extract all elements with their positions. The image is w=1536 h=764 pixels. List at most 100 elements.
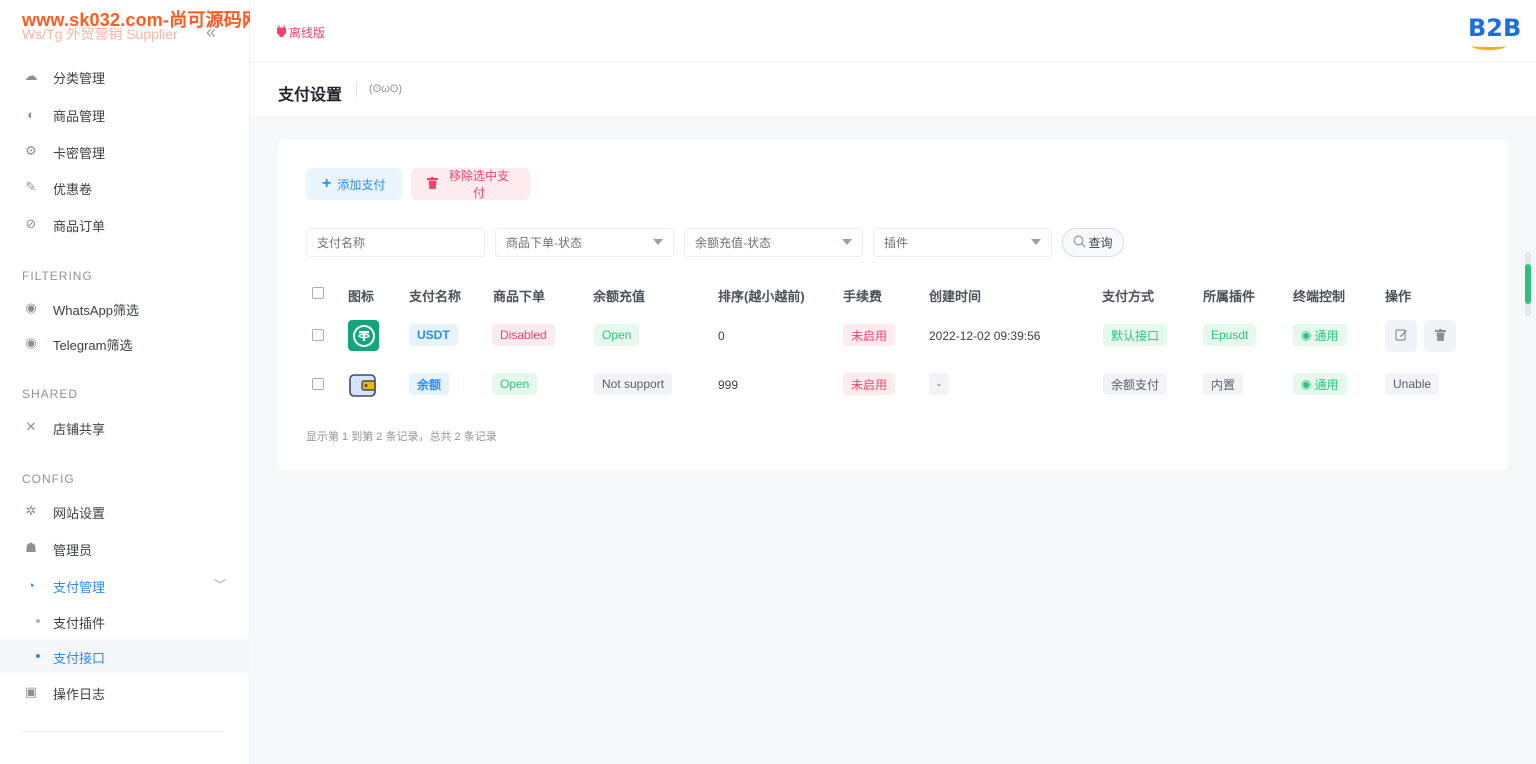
tools-icon: ✕ — [25, 419, 37, 434]
order-status-badge: Open — [492, 373, 538, 395]
sidebar-divider — [22, 731, 224, 732]
title-bar: 支付设置 (ʘωʘ) — [250, 63, 1536, 115]
pie-chart-icon: ◔ — [27, 577, 35, 593]
payment-name-input[interactable] — [306, 228, 485, 257]
folder-icon: ☁ — [24, 70, 38, 83]
recharge-status-badge: Not support — [594, 373, 673, 395]
sidebar-item-label: 商品管理 — [53, 109, 106, 124]
sidebar-item-label: 商品订单 — [53, 219, 106, 234]
search-label: 查询 — [1088, 236, 1113, 250]
globe-icon: ◉ — [1301, 377, 1312, 391]
edit-icon — [1394, 328, 1408, 344]
pagination-info: 显示第 1 到第 2 条记录，总共 2 条记录 — [306, 431, 497, 443]
sidebar-item-products[interactable]: ◐ 商品管理 — [0, 97, 250, 131]
order-status-select[interactable]: 商品下单-状态 — [495, 228, 674, 257]
edit-button[interactable] — [1385, 320, 1417, 352]
recharge-status-value: 余额充值-状态 — [695, 236, 771, 250]
sidebar-item-label: Telegram筛选 — [53, 338, 133, 353]
sidebar-item-orders[interactable]: ⊘ 商品订单 — [0, 207, 250, 241]
gear-icon: ✲ — [25, 503, 37, 518]
method-badge: 余额支付 — [1103, 373, 1168, 395]
col-header-plugin: 所属插件 — [1203, 289, 1256, 304]
page-title: 支付设置 — [278, 87, 343, 104]
wallet-icon — [349, 372, 377, 398]
watermark-line2: Ws/Tg 外贸营销 Supplier — [22, 26, 178, 42]
sidebar-item-label: 支付接口 — [53, 651, 106, 666]
col-header-terminal: 终端控制 — [1293, 289, 1346, 304]
select-all-checkbox[interactable] — [312, 287, 324, 299]
delete-button[interactable] — [1424, 320, 1456, 352]
title-divider — [356, 82, 357, 98]
sidebar-item-site-settings[interactable]: ✲ 网站设置 — [0, 494, 250, 528]
trash-icon — [427, 176, 438, 192]
section-shared: SHARED — [22, 387, 79, 401]
users-icon: ☗ — [25, 540, 37, 555]
sidebar-item-label: 分类管理 — [53, 71, 106, 84]
section-filtering: FILTERING — [22, 269, 93, 283]
sidebar-item-payment[interactable]: ◔ 支付管理 ﹀ — [0, 568, 250, 602]
created-time: - — [929, 373, 949, 395]
recharge-status-badge: Open — [594, 324, 640, 346]
plugin-value: 插件 — [884, 236, 909, 250]
search-button[interactable]: 查询 — [1062, 228, 1124, 257]
sidebar-item-label: 管理员 — [53, 543, 93, 558]
scrollbar-thumb[interactable] — [1525, 264, 1531, 304]
plugin-select[interactable]: 插件 — [873, 228, 1052, 257]
plus-icon: + — [322, 175, 332, 192]
log-icon: ▣ — [24, 684, 38, 699]
plug-icon — [276, 25, 287, 40]
tether-icon — [348, 320, 379, 351]
sidebar-item-label: 操作日志 — [53, 687, 106, 702]
section-config: CONFIG — [22, 472, 75, 486]
remove-selected-button[interactable]: 移除选中支付 — [411, 168, 530, 200]
row-checkbox[interactable] — [312, 329, 324, 341]
bullet-icon — [36, 619, 40, 623]
page-scrollbar[interactable] — [1525, 252, 1531, 316]
col-header-name: 支付名称 — [409, 289, 462, 304]
sidebar-item-whatsapp[interactable]: ◉ WhatsApp筛选 — [0, 291, 250, 325]
recharge-status-select[interactable]: 余额充值-状态 — [684, 228, 863, 257]
sidebar-subitem-pay-plugins[interactable]: 支付插件 — [0, 604, 250, 638]
terminal-label: 通用 — [1314, 377, 1339, 392]
add-payment-label: 添加支付 — [337, 177, 386, 192]
sidebar-item-telegram[interactable]: ◉ Telegram筛选 — [0, 326, 250, 360]
caret-down-icon — [842, 239, 852, 245]
add-payment-button[interactable]: + 添加支付 — [306, 168, 402, 200]
terminal-badge: ◉ 通用 — [1293, 373, 1347, 395]
caret-down-icon — [1031, 239, 1041, 245]
col-header-sort: 排序(越小越前) — [718, 289, 805, 304]
caret-down-icon — [653, 239, 663, 245]
row-checkbox[interactable] — [312, 378, 324, 390]
sidebar-item-category[interactable]: ☁ 分类管理 — [0, 70, 250, 84]
sidebar-item-label: 卡密管理 — [53, 146, 106, 161]
coupon-icon: ✎ — [25, 179, 37, 194]
payment-name-badge: 余额 — [409, 373, 450, 395]
col-header-created: 创建时间 — [929, 289, 982, 304]
sidebar-item-label: 支付管理 — [53, 580, 106, 595]
page-face-emoticon: (ʘωʘ) — [369, 83, 403, 95]
fee-badge: 未启用 — [843, 324, 896, 346]
telegram-icon: ◉ — [25, 335, 37, 350]
chevron-down-icon: ﹀ — [214, 578, 227, 592]
payment-name-badge: USDT — [409, 324, 458, 346]
sidebar-item-label: 优惠卷 — [53, 182, 93, 197]
logo-swoosh — [1472, 42, 1506, 50]
col-header-order: 商品下单 — [493, 289, 546, 304]
order-status-value: 商品下单-状态 — [506, 236, 582, 250]
product-icon: ◐ — [27, 106, 35, 122]
sidebar-item-label: WhatsApp筛选 — [53, 303, 139, 318]
sidebar-item-shop-share[interactable]: ✕ 店铺共享 — [0, 410, 250, 444]
order-icon: ⊘ — [25, 216, 37, 231]
order-status-badge: Disabled — [492, 324, 555, 346]
key-icon: ⚙ — [25, 143, 37, 158]
col-header-actions: 操作 — [1385, 289, 1412, 304]
sidebar-item-admins[interactable]: ☗ 管理员 — [0, 531, 250, 565]
offline-label: 离线版 — [289, 26, 326, 40]
sidebar-item-logs[interactable]: ▣ 操作日志 — [0, 675, 250, 709]
sidebar-subitem-pay-interfaces[interactable]: 支付接口 — [0, 639, 250, 673]
brand-logo[interactable]: B2B — [1468, 12, 1521, 52]
fee-badge: 未启用 — [843, 373, 896, 395]
sidebar-item-cards[interactable]: ⚙ 卡密管理 — [0, 134, 250, 168]
sidebar-item-coupons[interactable]: ✎ 优惠卷 — [0, 170, 250, 204]
collapse-sidebar-icon[interactable]: « — [206, 22, 216, 43]
